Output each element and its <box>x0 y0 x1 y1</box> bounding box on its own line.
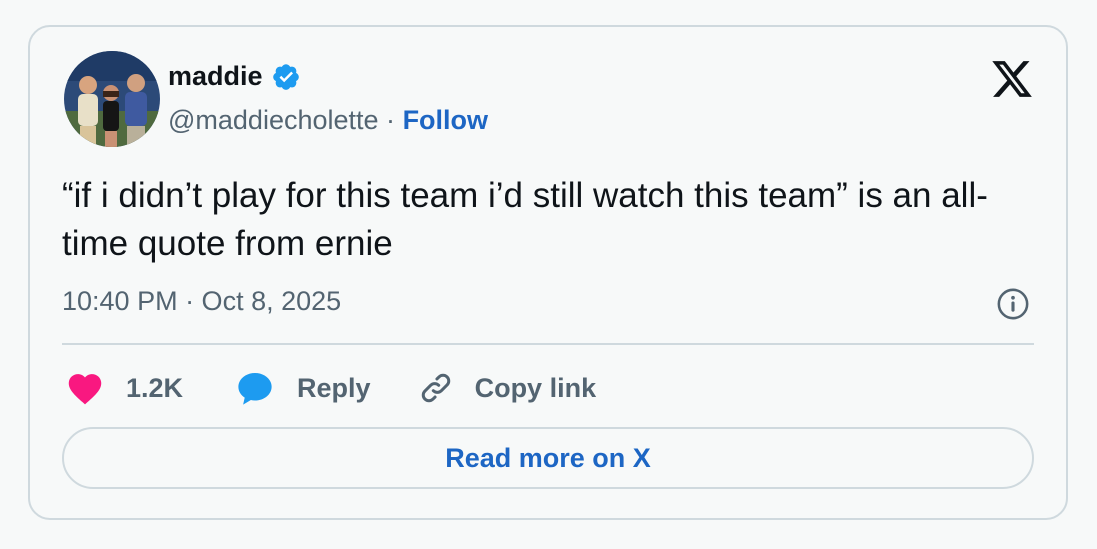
heart-icon <box>68 374 102 405</box>
tweet-card: maddie @maddiecholette · Follow “if i di… <box>28 25 1068 520</box>
read-more-label: Read more on X <box>445 442 651 473</box>
author-name-row[interactable]: maddie <box>168 61 301 92</box>
author-handle-row: @maddiecholette · Follow <box>168 105 488 136</box>
read-more-button[interactable]: Read more on X <box>62 427 1034 489</box>
like-button[interactable]: 1.2K <box>66 371 183 405</box>
reply-label: Reply <box>297 372 371 403</box>
divider <box>62 343 1034 345</box>
author-display-name[interactable]: maddie <box>168 61 263 92</box>
verified-badge-icon <box>272 63 299 90</box>
author-handle[interactable]: @maddiecholette <box>168 105 379 135</box>
reply-button[interactable]: Reply <box>235 369 371 407</box>
like-count: 1.2K <box>126 372 184 403</box>
x-logo-icon[interactable] <box>990 57 1034 101</box>
tweet-timestamp[interactable]: 10:40 PM · Oct 8, 2025 <box>62 286 341 317</box>
link-icon <box>421 373 450 403</box>
separator-dot: · <box>386 105 396 135</box>
action-bar: 1.2K Reply Copy link <box>66 365 596 411</box>
copy-link-label: Copy link <box>474 372 597 403</box>
speech-bubble-icon <box>238 372 272 405</box>
tweet-text: “if i didn’t play for this team i’d stil… <box>62 176 988 263</box>
avatar[interactable] <box>64 51 160 147</box>
follow-button[interactable]: Follow <box>403 105 488 135</box>
info-icon[interactable] <box>996 287 1030 321</box>
copy-link-button[interactable]: Copy link <box>417 369 597 407</box>
